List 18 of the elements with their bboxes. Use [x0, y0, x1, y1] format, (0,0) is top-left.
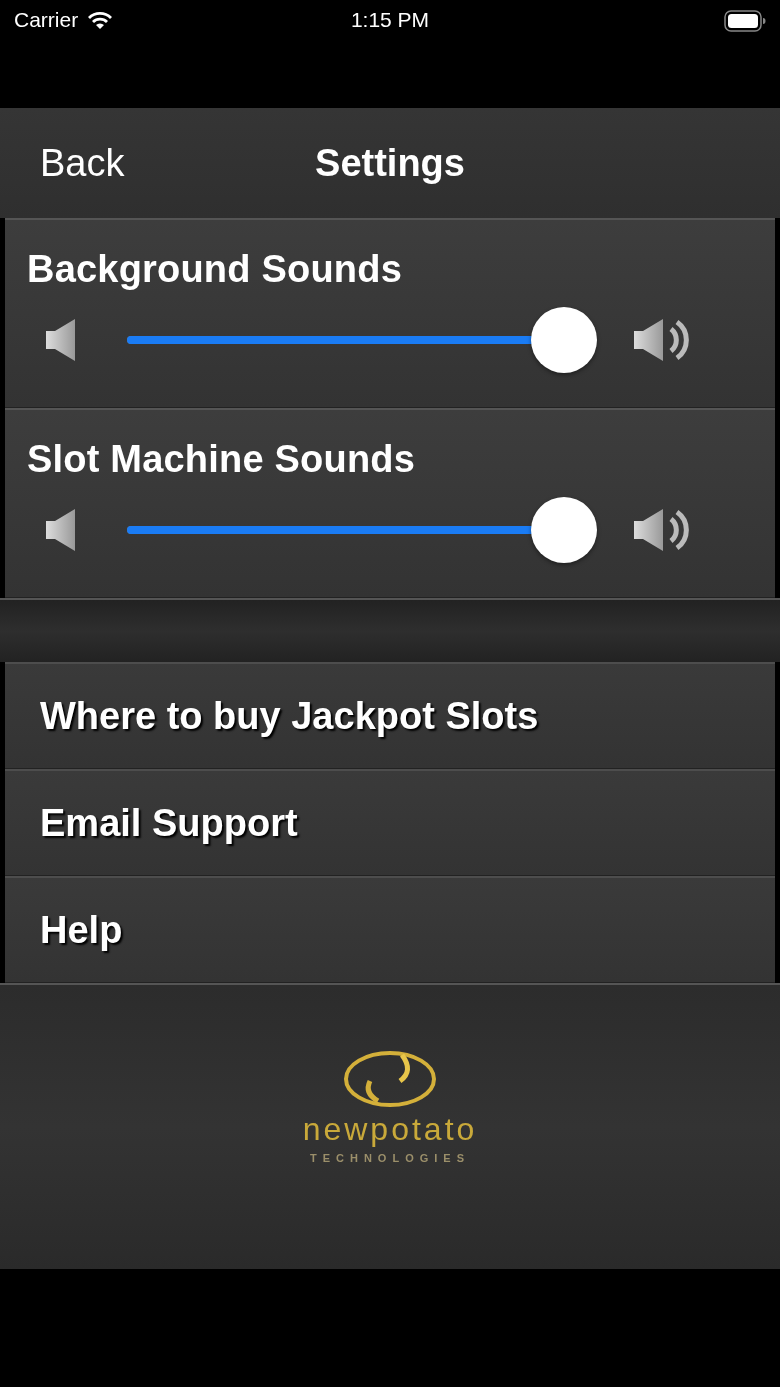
- volume-slider[interactable]: [127, 497, 597, 563]
- volume-slider[interactable]: [127, 307, 597, 373]
- slider-thumb[interactable]: [531, 497, 597, 563]
- logo-tagline: TECHNOLOGIES: [310, 1152, 470, 1164]
- speaker-icon: [45, 507, 77, 553]
- menu-item[interactable]: Help: [40, 908, 123, 952]
- screen-title: Settings: [315, 141, 465, 184]
- battery-icon: [724, 10, 766, 32]
- menu-item[interactable]: Email Support: [40, 801, 298, 845]
- speaker-icon: [45, 317, 77, 363]
- back-button[interactable]: Back: [40, 141, 125, 185]
- slider-thumb[interactable]: [531, 307, 597, 373]
- carrier-name: Carrier: [14, 8, 79, 32]
- slider-label: Background Sounds: [27, 248, 402, 291]
- logo-wordmark: newpotato: [302, 1111, 478, 1148]
- wifi-icon: [86, 10, 115, 30]
- status-time: 1:15 PM: [350, 8, 430, 32]
- slider-label: Slot Machine Sounds: [27, 438, 416, 481]
